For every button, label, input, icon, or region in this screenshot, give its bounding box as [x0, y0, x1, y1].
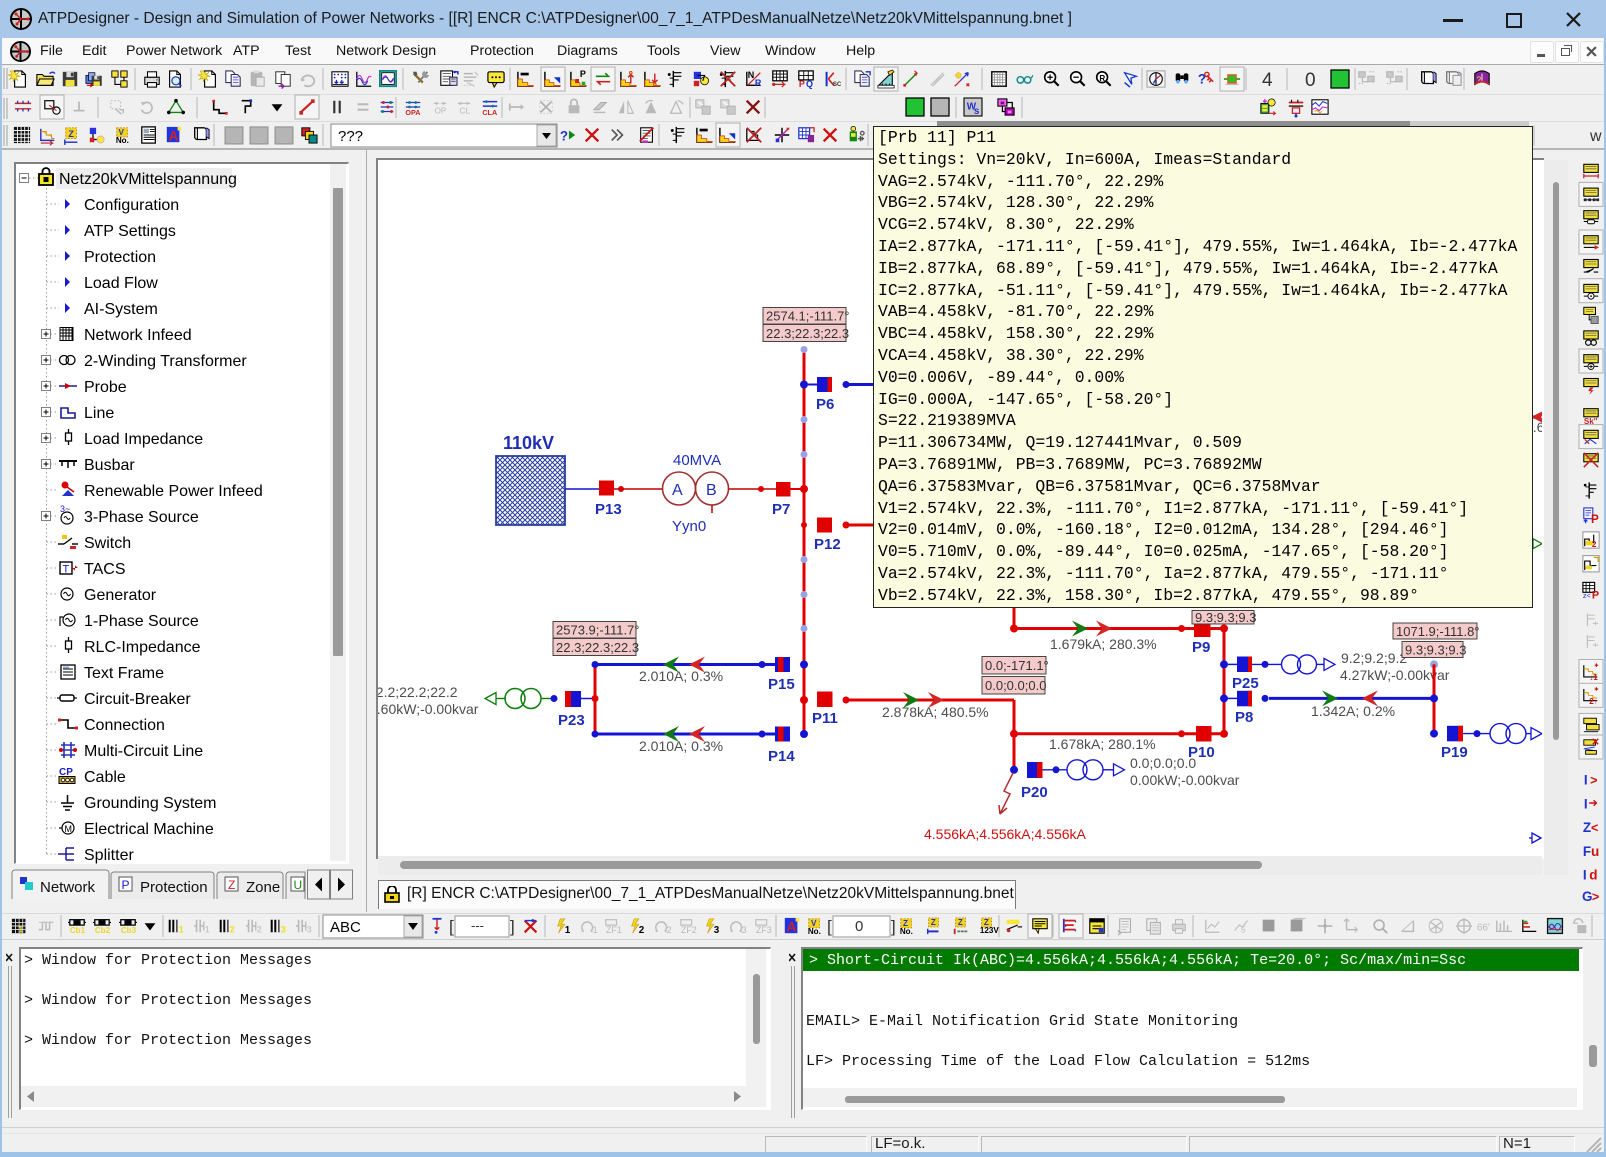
svg-text:1.679kA; 280.3%: 1.679kA; 280.3%: [1050, 636, 1157, 652]
svg-text:4.556kA;4.556kA;4.556kA: 4.556kA;4.556kA;4.556kA: [924, 826, 1087, 842]
svg-text:0.0;-171.1°: 0.0;-171.1°: [985, 658, 1049, 673]
svg-text:2.010A; 0.3%: 2.010A; 0.3%: [639, 738, 723, 754]
svg-text:2.010A; 0.3%: 2.010A; 0.3%: [639, 668, 723, 684]
svg-text:0: 0: [855, 918, 863, 935]
svg-text:B: B: [706, 482, 717, 499]
svg-text:>: >: [1590, 774, 1597, 788]
svg-text:P13: P13: [595, 501, 622, 518]
svg-text:2574.1;-111.7°: 2574.1;-111.7°: [766, 309, 850, 324]
svg-text:Yyn0: Yyn0: [672, 518, 706, 535]
svg-text:2: 2: [230, 924, 235, 934]
svg-text:<: <: [1591, 821, 1598, 835]
svg-text:1: 1: [18, 924, 23, 934]
svg-text:1.678kA; 280.1%: 1.678kA; 280.1%: [1049, 736, 1156, 752]
svg-text:I: I: [1583, 868, 1587, 883]
svg-text:2: 2: [667, 925, 672, 935]
svg-text:Z: Z: [931, 918, 936, 927]
svg-text:ABC: ABC: [330, 919, 361, 936]
svg-text:]: ]: [891, 917, 896, 936]
svg-text:z<: z<: [1583, 591, 1591, 600]
svg-text:Cb2: Cb2: [95, 926, 111, 935]
svg-text:Cb1: Cb1: [70, 926, 86, 935]
svg-text:1: 1: [593, 925, 598, 935]
svg-text:2573.9;-111.7°: 2573.9;-111.7°: [556, 623, 640, 638]
svg-text:u: u: [1591, 844, 1599, 859]
svg-text:2: 2: [257, 924, 262, 934]
svg-text:22.2;22.2;22.2: 22.2;22.2;22.2: [368, 684, 458, 700]
svg-text:4.60kW;-0.00kvar: 4.60kW;-0.00kvar: [369, 701, 479, 717]
svg-text:ZF1: ZF1: [606, 925, 622, 935]
svg-text:9.2;9.2;9.2: 9.2;9.2;9.2: [1341, 650, 1407, 666]
svg-text:110kV: 110kV: [503, 433, 554, 453]
svg-text:P: P: [1591, 513, 1599, 526]
svg-text:P6: P6: [816, 396, 834, 413]
svg-text:d: d: [1589, 868, 1597, 883]
svg-text:0.0;0.0;0.0: 0.0;0.0;0.0: [1130, 755, 1196, 771]
svg-text:2.878kA; 480.5%: 2.878kA; 480.5%: [882, 704, 989, 720]
svg-text:P12: P12: [814, 536, 841, 553]
svg-text:I: I: [1584, 773, 1588, 788]
svg-text:1: 1: [179, 924, 184, 934]
svg-text:1: 1: [205, 924, 210, 934]
svg-text:P20: P20: [1021, 784, 1048, 801]
svg-text:No.: No.: [808, 927, 821, 936]
svg-text:1.342A; 0.2%: 1.342A; 0.2%: [1311, 703, 1395, 719]
svg-text:2: 2: [639, 925, 645, 936]
svg-text:1: 1: [565, 925, 571, 936]
svg-text:P23: P23: [558, 712, 585, 729]
svg-text:Z: Z: [958, 918, 963, 927]
svg-text:[: [: [449, 917, 454, 936]
svg-text:---: ---: [471, 918, 484, 933]
svg-text:40MVA: 40MVA: [673, 452, 721, 469]
svg-text:2↑: 2↑: [1589, 697, 1598, 706]
svg-text:↓1: ↓1: [1589, 673, 1598, 682]
svg-text:A: A: [672, 482, 683, 499]
svg-text:2: 2: [1592, 540, 1597, 549]
svg-text:9.3;9.3;9.3: 9.3;9.3;9.3: [1195, 610, 1256, 625]
svg-text:P8: P8: [1235, 709, 1253, 726]
svg-text:P14: P14: [768, 748, 795, 765]
svg-text:P15: P15: [768, 676, 795, 693]
svg-text:3: 3: [742, 925, 747, 935]
svg-text:P25: P25: [1232, 675, 1259, 692]
svg-text:5: 5: [1241, 925, 1246, 934]
svg-text:66': 66': [1477, 923, 1490, 934]
svg-text:0.0;0.0;0.0: 0.0;0.0;0.0: [985, 678, 1046, 693]
svg-text:0.00kW;-0.00kvar: 0.00kW;-0.00kvar: [1130, 772, 1240, 788]
svg-text:9.3;9.3;9.3: 9.3;9.3;9.3: [1405, 643, 1466, 658]
svg-text:1071.9;-111.8°: 1071.9;-111.8°: [1396, 624, 1480, 639]
svg-text:I: I: [1584, 796, 1588, 811]
svg-text:P19: P19: [1441, 744, 1468, 761]
svg-text:3: 3: [307, 924, 312, 934]
svg-text:22.3;22.3;22.3: 22.3;22.3;22.3: [556, 640, 639, 655]
svg-text:3: 3: [714, 925, 720, 936]
svg-text:P7: P7: [772, 501, 790, 518]
svg-text:22.3;22.3;22.3: 22.3;22.3;22.3: [766, 326, 849, 341]
svg-text:[: [: [827, 917, 832, 936]
svg-text:F: F: [1583, 844, 1591, 859]
svg-text:P11: P11: [812, 710, 838, 727]
svg-text:3: 3: [281, 924, 286, 934]
svg-text:P9: P9: [1192, 639, 1210, 656]
svg-text:123V: 123V: [980, 926, 1000, 935]
svg-text:P: P: [1592, 590, 1599, 602]
svg-text:>: >: [1592, 890, 1599, 904]
svg-text:G: G: [1582, 889, 1593, 904]
svg-text:]: ]: [510, 917, 515, 936]
svg-text:No.: No.: [900, 927, 913, 936]
svg-text:Cb3: Cb3: [121, 926, 137, 935]
svg-text:ZF3: ZF3: [756, 925, 772, 935]
svg-text:A: A: [787, 919, 797, 934]
svg-text:ZF2: ZF2: [681, 925, 697, 935]
svg-text:Z: Z: [1583, 820, 1591, 835]
